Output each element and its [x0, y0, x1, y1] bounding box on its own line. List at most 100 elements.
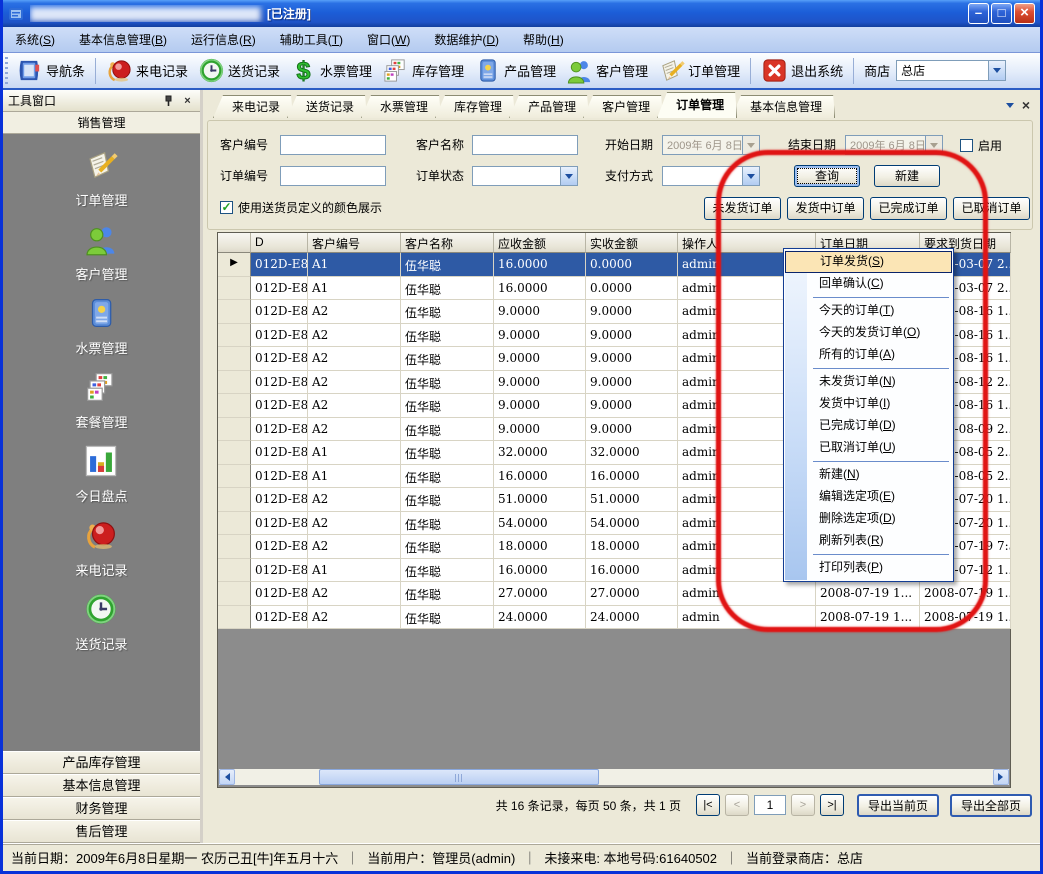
menu-item-1[interactable]: 基本信息管理(B) — [67, 28, 179, 52]
toolbar-stock[interactable]: 库存管理 — [378, 55, 468, 86]
context-menu-item-已取消订单[interactable]: 已取消订单(U) — [785, 437, 952, 459]
menu-item-2[interactable]: 运行信息(R) — [179, 28, 268, 52]
pay-method-select[interactable] — [662, 166, 760, 186]
tab-客户管理[interactable]: 客户管理 — [583, 95, 663, 118]
row-selector-cell[interactable] — [218, 371, 251, 395]
grid-column-header-4[interactable]: 实收金额 — [586, 233, 678, 253]
row-selector-cell[interactable] — [218, 559, 251, 583]
new-button[interactable]: 新建 — [874, 165, 940, 187]
sidebar-item-送货记录[interactable]: 送货记录 — [75, 592, 127, 653]
prev-page-button[interactable]: < — [725, 794, 749, 816]
context-menu-item-回单确认[interactable]: 回单确认(C) — [785, 273, 952, 295]
enable-checkbox-box[interactable] — [960, 139, 973, 152]
row-selector-cell[interactable] — [218, 300, 251, 324]
color-display-checkbox-box[interactable]: ✓ — [220, 201, 233, 214]
toolbar-delivery[interactable]: 送货记录 — [194, 55, 284, 86]
grid-column-header-0[interactable]: D — [251, 233, 308, 253]
context-menu-item-新建[interactable]: 新建(N) — [785, 464, 952, 486]
sidebar-close-icon[interactable]: × — [180, 93, 195, 108]
sidebar-group-基本信息管理[interactable]: 基本信息管理 — [3, 774, 200, 797]
toolbar-product[interactable]: 产品管理 — [470, 55, 560, 86]
pay-method-dropdown-icon[interactable] — [742, 167, 759, 185]
status-filter-button-1[interactable]: 发货中订单 — [787, 197, 864, 220]
customer-name-input[interactable] — [472, 135, 578, 155]
row-selector-cell[interactable] — [218, 512, 251, 536]
shop-dropdown-icon[interactable] — [988, 61, 1005, 80]
context-menu-item-编辑选定项[interactable]: 编辑选定项(E) — [785, 486, 952, 508]
row-selector-cell[interactable] — [218, 606, 251, 630]
table-row[interactable]: 012D-E8...A2伍华聪24.000024.0000admin2008-0… — [218, 606, 1010, 630]
tab-基本信息管理[interactable]: 基本信息管理 — [731, 95, 835, 118]
row-selector-cell[interactable] — [218, 418, 251, 442]
order-status-select[interactable] — [472, 166, 578, 186]
row-selector-cell[interactable] — [218, 277, 251, 301]
row-selector-cell[interactable] — [218, 465, 251, 489]
page-number-input[interactable] — [754, 795, 786, 815]
sidebar-group-售后管理[interactable]: 售后管理 — [3, 820, 200, 843]
row-selector-cell[interactable] — [218, 535, 251, 559]
context-menu-item-所有的订单[interactable]: 所有的订单(A) — [785, 344, 952, 366]
customer-code-input[interactable] — [280, 135, 386, 155]
menu-item-3[interactable]: 辅助工具(T) — [268, 28, 355, 52]
end-date-dropdown-icon[interactable] — [925, 136, 942, 154]
horizontal-scrollbar[interactable] — [219, 769, 1009, 785]
row-selector-cell[interactable] — [218, 347, 251, 371]
last-page-button[interactable]: >| — [820, 794, 844, 816]
context-menu-item-订单发货[interactable]: 订单发货(S) — [785, 251, 952, 273]
row-selector-cell[interactable] — [218, 582, 251, 606]
grid-column-header-1[interactable]: 客户编号 — [308, 233, 401, 253]
sidebar-item-套餐管理[interactable]: 套餐管理 — [75, 370, 127, 431]
toolbar-grip[interactable] — [5, 57, 8, 85]
menu-item-4[interactable]: 窗口(W) — [355, 28, 422, 52]
start-date-dropdown-icon[interactable] — [742, 136, 759, 154]
row-selector-cell[interactable] — [218, 324, 251, 348]
toolbar-calls[interactable]: 来电记录 — [102, 55, 192, 86]
menu-item-6[interactable]: 帮助(H) — [511, 28, 576, 52]
row-selector-cell[interactable] — [218, 394, 251, 418]
toolbar-exit[interactable]: 退出系统 — [757, 55, 847, 86]
tab-订单管理[interactable]: 订单管理 — [657, 92, 737, 118]
end-date-picker[interactable]: 2009年 6月 8日 — [845, 135, 943, 155]
pin-icon[interactable] — [161, 93, 176, 108]
tab-scroll-icon[interactable] — [1006, 103, 1014, 112]
context-menu-item-刷新列表[interactable]: 刷新列表(R) — [785, 530, 952, 552]
scrollbar-thumb[interactable] — [319, 769, 599, 785]
scroll-right-icon[interactable] — [993, 769, 1009, 785]
sidebar-item-水票管理[interactable]: 水票管理 — [75, 296, 127, 357]
export-current-page-button[interactable]: 导出当前页 — [857, 794, 939, 817]
first-page-button[interactable]: |< — [696, 794, 720, 816]
sidebar-item-客户管理[interactable]: 客户管理 — [75, 222, 127, 283]
grid-column-header-2[interactable]: 客户名称 — [401, 233, 494, 253]
sidebar-item-订单管理[interactable]: 订单管理 — [75, 148, 127, 209]
order-code-input[interactable] — [280, 166, 386, 186]
toolbar-navbar[interactable]: 导航条 — [12, 55, 89, 86]
start-date-picker[interactable]: 2009年 6月 8日 — [662, 135, 760, 155]
status-filter-button-2[interactable]: 已完成订单 — [870, 197, 947, 220]
row-selector-cell[interactable] — [218, 488, 251, 512]
sidebar-group-产品库存管理[interactable]: 产品库存管理 — [3, 751, 200, 774]
menu-item-0[interactable]: 系统(S) — [3, 28, 67, 52]
status-filter-button-0[interactable]: 未发货订单 — [704, 197, 781, 220]
toolbar-tickets[interactable]: $水票管理 — [286, 55, 376, 86]
table-row[interactable]: 012D-E8...A2伍华聪27.000027.0000admin2008-0… — [218, 582, 1010, 606]
sidebar-item-今日盘点[interactable]: 今日盘点 — [75, 444, 127, 505]
context-menu-item-删除选定项[interactable]: 删除选定项(D) — [785, 508, 952, 530]
row-selector-cell[interactable] — [218, 441, 251, 465]
context-menu-item-今天的发货订单[interactable]: 今天的发货订单(O) — [785, 322, 952, 344]
sidebar-item-来电记录[interactable]: 来电记录 — [75, 518, 127, 579]
context-menu-item-发货中订单[interactable]: 发货中订单(I) — [785, 393, 952, 415]
enable-checkbox[interactable]: 启用 — [960, 137, 1002, 154]
grid-column-header-3[interactable]: 应收金额 — [494, 233, 586, 253]
tab-库存管理[interactable]: 库存管理 — [435, 95, 515, 118]
minimize-button[interactable]: – — [968, 3, 989, 24]
sidebar-group-财务管理[interactable]: 财务管理 — [3, 797, 200, 820]
tab-产品管理[interactable]: 产品管理 — [509, 95, 589, 118]
query-button[interactable]: 查询 — [794, 165, 860, 187]
tab-水票管理[interactable]: 水票管理 — [361, 95, 441, 118]
context-menu-item-打印列表[interactable]: 打印列表(P) — [785, 557, 952, 579]
tab-来电记录[interactable]: 来电记录 — [213, 95, 293, 118]
context-menu-item-今天的订单[interactable]: 今天的订单(T) — [785, 300, 952, 322]
row-selector-cell[interactable]: ▶ — [218, 253, 251, 277]
context-menu-item-已完成订单[interactable]: 已完成订单(D) — [785, 415, 952, 437]
order-status-dropdown-icon[interactable] — [560, 167, 577, 185]
